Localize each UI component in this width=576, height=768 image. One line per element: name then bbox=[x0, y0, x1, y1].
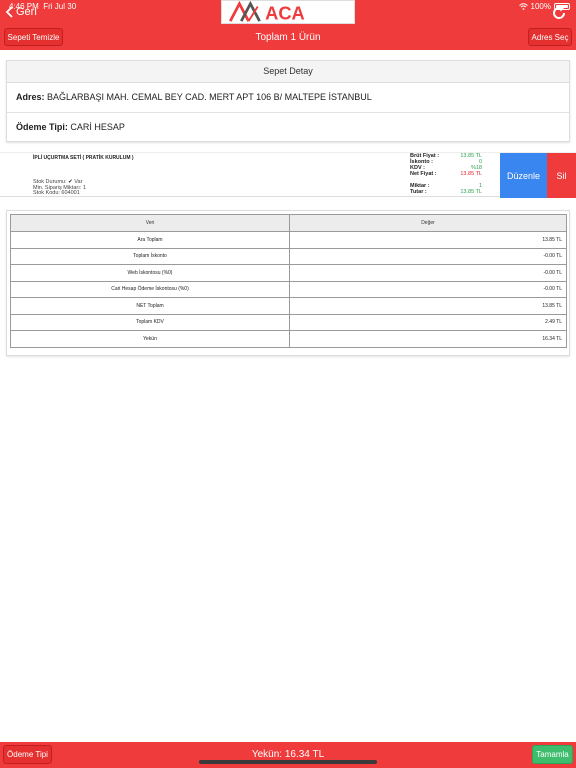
cart-toolbar: Sepeti Temizle Toplam 1 Ürün Adres Seç bbox=[0, 25, 576, 50]
product-prices: Brüt Fiyat :13.85 TL İskonto :0 KDV : %18 Ne… bbox=[410, 153, 482, 195]
edit-button[interactable]: Düzenle bbox=[500, 153, 547, 198]
cart-summary-table: Veri Değer Ara Toplam 13.85 TL Toplam İsko… bbox=[10, 214, 567, 348]
column-header-data: Veri bbox=[10, 214, 290, 232]
grand-total: Yekün: 16.34 TL bbox=[251, 749, 325, 760]
payment-type-value: CARİ HESAP bbox=[70, 122, 125, 132]
cart-summary-panel: Veri Değer Ara Toplam 13.85 TL Toplam İsko… bbox=[6, 210, 570, 356]
stock-code: Stok Kodu: 604001 bbox=[33, 190, 80, 196]
bottom-action-bar: Ödeme Tipi Yekün: 16.34 TL Tamamla bbox=[0, 742, 576, 768]
logo-text: ACA bbox=[265, 2, 305, 23]
cart-detail-card: Sepet Detay Adres: BAĞLARBAŞI MAH. CEMAL… bbox=[6, 60, 570, 142]
table-row: Yekün 16.34 TL bbox=[10, 330, 567, 348]
table-row: Toplam İskonto -0.00 TL bbox=[10, 247, 567, 265]
cart-detail-header: Sepet Detay bbox=[7, 61, 569, 83]
wifi-icon bbox=[518, 3, 528, 10]
row-label: Toplam İskonto bbox=[10, 247, 290, 265]
row-value: 2.49 TL bbox=[289, 313, 567, 331]
address-key: Adres: bbox=[16, 92, 45, 102]
row-value: 16.34 TL bbox=[289, 330, 567, 348]
row-label: Web İskontosu (%0) bbox=[10, 264, 290, 282]
top-navigation-bar: 4:46 PM Fri Jul 30 Geri ACA 100% bbox=[0, 0, 576, 25]
product-name: İPLİ UÇURTMA SETİ ( PRATİK KURULUM ) bbox=[33, 155, 134, 161]
address-value: BAĞLARBAŞI MAH. CEMAL BEY CAD. MERT APT … bbox=[47, 92, 372, 102]
table-row: NET Toplam 13.85 TL bbox=[10, 297, 567, 315]
select-address-button[interactable]: Adres Seç bbox=[528, 28, 572, 46]
row-value: -0.00 TL bbox=[289, 247, 567, 265]
payment-type-row: Ödeme Tipi: CARİ HESAP bbox=[7, 113, 569, 142]
table-row: Ara Toplam 13.85 TL bbox=[10, 231, 567, 249]
status-date: Fri Jul 30 bbox=[43, 2, 77, 11]
price-line: Tutar : 13.85 TL bbox=[410, 189, 482, 195]
address-row: Adres: BAĞLARBAŞI MAH. CEMAL BEY CAD. ME… bbox=[7, 83, 569, 113]
table-row: Toplam KDV 2.49 TL bbox=[10, 313, 567, 331]
row-value: 13.85 TL bbox=[289, 297, 567, 315]
payment-type-key: Ödeme Tipi: bbox=[16, 122, 68, 132]
row-label: Ara Toplam bbox=[10, 231, 290, 249]
back-button[interactable]: Geri bbox=[5, 6, 37, 18]
row-label: Cari Hesap Ödeme İskontosu (%0) bbox=[10, 280, 290, 298]
price-value: 13.85 TL bbox=[460, 171, 482, 177]
table-row: Cari Hesap Ödeme İskontosu (%0) -0.00 TL bbox=[10, 280, 567, 298]
price-value: 13.85 TL bbox=[460, 189, 482, 195]
table-row: Web İskontosu (%0) -0.00 TL bbox=[10, 264, 567, 282]
cart-count-title: Toplam 1 Ürün bbox=[255, 32, 321, 43]
row-label: NET Toplam bbox=[10, 297, 290, 315]
column-header-value: Değer bbox=[289, 214, 567, 232]
cart-product-row: İPLİ UÇURTMA SETİ ( PRATİK KURULUM ) Sto… bbox=[0, 152, 576, 198]
aca-logo: ACA bbox=[221, 0, 355, 24]
battery-percent: 100% bbox=[530, 2, 551, 11]
row-value: -0.00 TL bbox=[289, 280, 567, 298]
back-label: Geri bbox=[16, 6, 37, 18]
row-label: Yekün bbox=[10, 330, 290, 348]
table-header-row: Veri Değer bbox=[10, 214, 567, 232]
home-indicator[interactable] bbox=[199, 760, 377, 764]
delete-button[interactable]: Sil bbox=[547, 153, 576, 198]
row-value: -0.00 TL bbox=[289, 264, 567, 282]
refresh-icon[interactable] bbox=[551, 5, 567, 21]
price-key: Tutar : bbox=[410, 189, 427, 195]
product-meta: Stok Durumu: ✔ Var Min. Sipariş Miktarı:… bbox=[33, 179, 86, 197]
price-key: Net Fiyat : bbox=[410, 171, 437, 177]
row-label: Toplam KDV bbox=[10, 313, 290, 331]
chevron-left-icon bbox=[5, 6, 13, 18]
row-value: 13.85 TL bbox=[289, 231, 567, 249]
complete-order-button[interactable]: Tamamla bbox=[532, 745, 573, 764]
